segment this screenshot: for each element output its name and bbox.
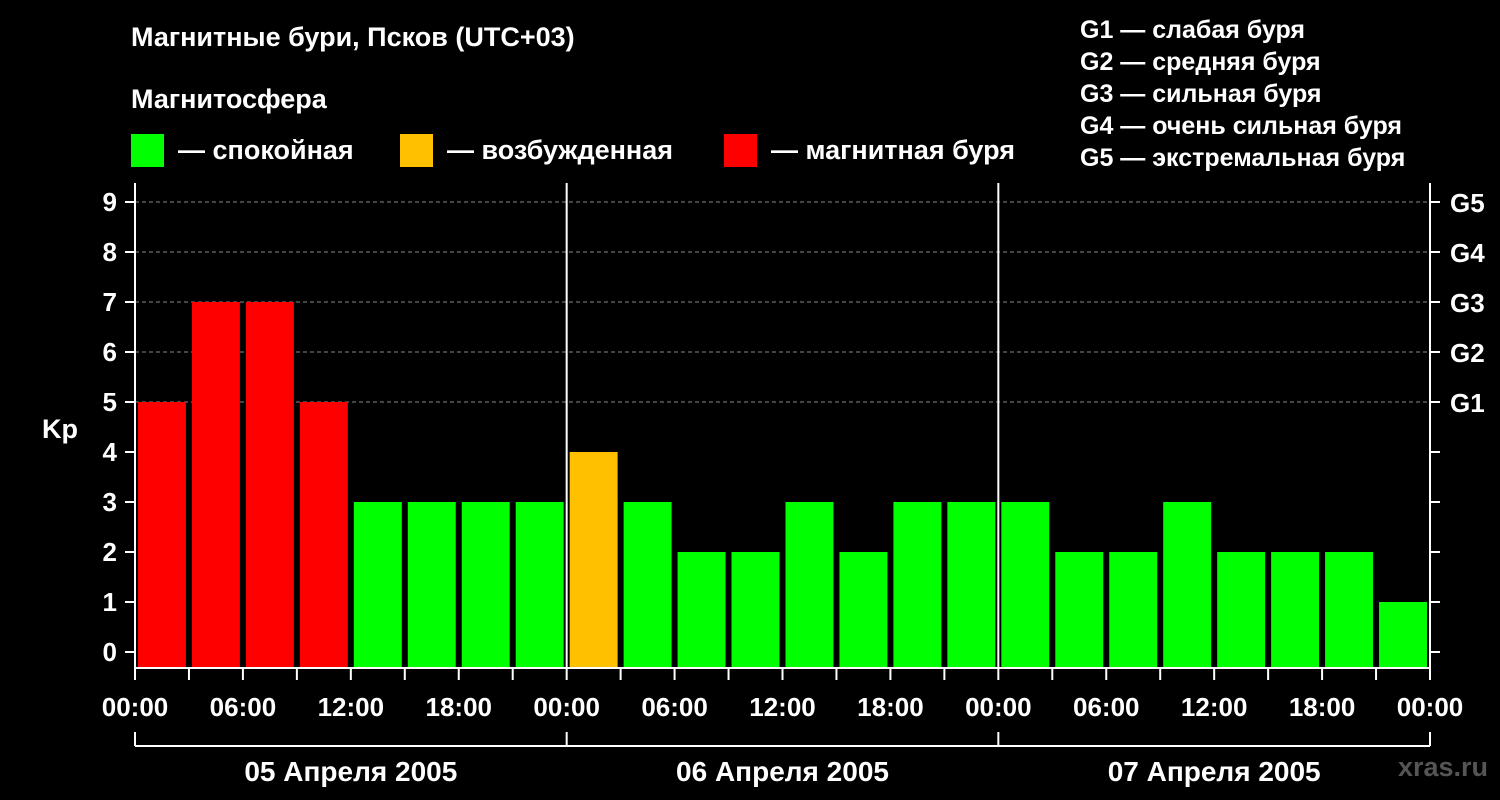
x-tick-label-11: 18:00: [1289, 692, 1356, 722]
bar-9: [623, 502, 672, 668]
y-axis-label: Kp: [42, 414, 78, 444]
bar-6: [461, 502, 510, 668]
bar-16: [1001, 502, 1050, 668]
x-tick-label-10: 12:00: [1181, 692, 1248, 722]
kp-bar-chart: 0 1 2 3 4 5 6 7 8 9 G1 G2 G3 G4 G5 Kp 00:00 06:00 12:00 18:…: [42, 183, 1485, 787]
x-tick-label-12: 00:00: [1397, 692, 1464, 722]
x-tick-label-1: 06:00: [210, 692, 277, 722]
g-label-G5: G5: [1450, 188, 1485, 218]
bar-2: [245, 302, 294, 668]
day-label-1: 06 Апреля 2005: [676, 756, 889, 787]
bar-0: [138, 402, 186, 668]
watermark: xras.ru: [1397, 752, 1488, 782]
bar-1: [191, 302, 240, 668]
y-tick-label-6: 6: [103, 337, 117, 367]
x-tick-label-7: 18:00: [857, 692, 924, 722]
bar-11: [731, 552, 780, 668]
bar-22: [1325, 552, 1374, 668]
y-tick-label-3: 3: [103, 487, 117, 517]
x-tick-label-3: 18:00: [426, 692, 493, 722]
y-tick-label-7: 7: [103, 287, 117, 317]
y-tick-label-9: 9: [103, 187, 117, 217]
bar-8: [569, 452, 618, 668]
y-tick-label-1: 1: [103, 587, 117, 617]
bar-14: [893, 502, 942, 668]
g-label-G1: G1: [1450, 388, 1485, 418]
day-label-0: 05 Апреля 2005: [244, 756, 457, 787]
bar-15: [947, 502, 996, 668]
bar-3: [299, 402, 348, 668]
x-tick-label-8: 00:00: [965, 692, 1032, 722]
bar-10: [677, 552, 726, 668]
y-tick-label-0: 0: [103, 637, 117, 667]
x-tick-label-5: 06:00: [641, 692, 708, 722]
bar-4: [353, 502, 402, 668]
g-label-G2: G2: [1450, 338, 1485, 368]
bar-18: [1109, 552, 1158, 668]
y-tick-label-4: 4: [103, 437, 118, 467]
x-tick-label-6: 12:00: [749, 692, 816, 722]
bar-21: [1271, 552, 1320, 668]
x-tick-label-0: 00:00: [102, 692, 169, 722]
y-tick-label-2: 2: [103, 537, 117, 567]
y-tick-label-5: 5: [103, 387, 117, 417]
bar-19: [1163, 502, 1212, 668]
bar-17: [1055, 552, 1104, 668]
bar-12: [785, 502, 834, 668]
g-label-G3: G3: [1450, 288, 1485, 318]
bar-5: [407, 502, 456, 668]
bar-7: [515, 502, 564, 668]
bar-13: [839, 552, 888, 668]
g-label-G4: G4: [1450, 238, 1485, 268]
bar-20: [1217, 552, 1266, 668]
y-tick-label-8: 8: [103, 237, 117, 267]
x-tick-label-2: 12:00: [318, 692, 385, 722]
day-label-2: 07 Апреля 2005: [1108, 756, 1321, 787]
bar-23: [1379, 602, 1427, 668]
x-tick-label-4: 00:00: [533, 692, 600, 722]
x-tick-label-9: 06:00: [1073, 692, 1140, 722]
